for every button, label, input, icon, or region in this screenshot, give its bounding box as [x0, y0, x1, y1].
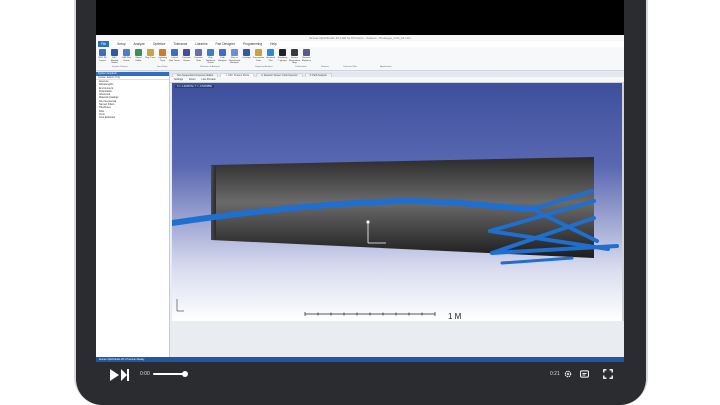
- ribbon-button-icon: [207, 49, 214, 56]
- coordinate-readout: X = 1.3234762, Y = -0.5370856: [175, 85, 214, 88]
- ribbon-group: Applications: [380, 66, 392, 68]
- ribbon-button-label: Detector Tools: [194, 57, 203, 62]
- ribbon-button-label: Path Analysis: [218, 57, 227, 62]
- ribbon-button[interactable]: Source Illumination Map: [289, 47, 300, 65]
- ribbon-button-label: Reverse Radiance: [301, 57, 312, 62]
- ribbon-button-label: NSC Shaded Model: [110, 57, 119, 65]
- explorer-item-cost-estimator[interactable]: Cost Estimator: [96, 116, 169, 119]
- ribbon-button-icon: [123, 49, 130, 56]
- menu-help[interactable]: Help: [270, 42, 277, 46]
- ribbon-button-icon: [135, 49, 142, 56]
- ribbon-button-label: Coatings: [242, 57, 251, 59]
- ribbon-button-icon: [159, 49, 166, 56]
- ribbon-button-label: Ray Database Viewer: [205, 57, 216, 65]
- ribbon-button-label: Roadmap Lighting: [277, 57, 288, 62]
- scale-bar-label: 1 M: [448, 312, 462, 321]
- live-preview-button[interactable]: Live Preview: [201, 77, 215, 82]
- volume-slider-knob[interactable]: [182, 371, 188, 377]
- menu-programming[interactable]: Programming: [243, 42, 262, 46]
- ribbon-button[interactable]: Critical Ray Tracer: [169, 47, 180, 62]
- app-window: Zemax OpticStudio 20.1 EE for Premium - …: [96, 35, 624, 362]
- ribbon-button-label: Object Editor: [135, 57, 142, 62]
- scale-bar: [304, 312, 436, 316]
- ribbon-button-label: Lightning Trace: [158, 57, 167, 62]
- volume-slider-track[interactable]: [153, 373, 185, 375]
- menu-optimize[interactable]: Optimize: [153, 42, 166, 46]
- ribbon-group: Universal Plot: [343, 66, 357, 68]
- ribbon-group: Trace Rays: [156, 66, 168, 68]
- ribbon-button-icon: [303, 49, 310, 56]
- ribbon-group-labels: System Viewers Trace Rays Detectors & An…: [96, 66, 624, 70]
- ribbon-button[interactable]: Prescription Data: [253, 47, 264, 62]
- ribbon-button-label: Prescription Data: [252, 57, 265, 62]
- system-explorer: System Explorer Update: Editors Only Ape…: [96, 72, 170, 357]
- ribbon-button-label: Critical Ray Tracer: [169, 57, 180, 62]
- ribbon-button-label: Ray Trace: [145, 57, 156, 59]
- ribbon-button-icon: [267, 49, 274, 56]
- ribbon-button-icon: [111, 49, 118, 56]
- menu-part-designer[interactable]: Part Designer: [215, 42, 235, 46]
- ribbon-group: Raytrace Analysis: [255, 66, 273, 68]
- ribbon-group: Reports: [321, 66, 329, 68]
- skip-forward-icon[interactable]: [121, 369, 129, 381]
- settings-button[interactable]: Settings: [174, 77, 183, 82]
- ribbon-button-icon: [243, 49, 250, 56]
- ribbon-button[interactable]: Ray Trace: [145, 47, 156, 60]
- zoom-button[interactable]: Zoom: [189, 77, 195, 82]
- ribbon-button[interactable]: Lightning Trace: [157, 47, 168, 62]
- closed-captions-icon[interactable]: [580, 370, 589, 378]
- ribbon-button[interactable]: Ray Database Viewer: [205, 47, 216, 65]
- ribbon-button[interactable]: Roadmap Lighting: [277, 47, 288, 62]
- ribbon-button-label: Flux vs Wavelength Analysis: [228, 57, 241, 65]
- ray-path: [500, 256, 574, 265]
- time-elapsed: 0:00: [140, 371, 150, 377]
- ribbon-button-label: Universal Plot: [265, 57, 276, 62]
- ribbon-button-icon: [183, 49, 190, 56]
- ribbon-button[interactable]: Path Analysis: [217, 47, 228, 62]
- ribbon-button-icon: [171, 49, 178, 56]
- letterbox-top: [96, 0, 624, 35]
- ribbon-button[interactable]: Flux vs Wavelength Analysis: [229, 47, 240, 65]
- ribbon-button[interactable]: CAD Part Viewer: [121, 47, 132, 62]
- video-player-controls: 0:00 0:21: [96, 362, 624, 390]
- ribbon-button-icon: [147, 49, 154, 56]
- menu-libraries[interactable]: Libraries: [195, 42, 207, 46]
- ribbon-button[interactable]: NSC 3D Layout: [97, 47, 108, 62]
- ribbon-button-label: Source Illumination Map: [288, 57, 301, 65]
- nsc-shaded-model-viewport[interactable]: X = 1.3234762, Y = -0.5370856: [172, 83, 622, 321]
- ribbon-button[interactable]: Reverse Radiance: [301, 47, 312, 62]
- shaded-model-canvas: [172, 157, 619, 316]
- viewport-scrollbar[interactable]: [622, 83, 624, 321]
- ribbon-button-icon: [99, 49, 106, 56]
- ribbon-button-icon: [255, 49, 262, 56]
- ribbon-button[interactable]: Coatings: [241, 47, 252, 60]
- ribbon-button-label: CAD Part Viewer: [121, 57, 132, 62]
- menu-setup[interactable]: Setup: [117, 42, 125, 46]
- fullscreen-icon[interactable]: [603, 369, 613, 379]
- cylinder-end-cap: [211, 165, 216, 240]
- ribbon-button-icon: [195, 49, 202, 56]
- ribbon-group: System Viewers: [112, 66, 128, 68]
- ribbon-button[interactable]: Detector Viewer: [181, 47, 192, 62]
- ribbon-button-icon: [231, 49, 238, 56]
- play-icon[interactable]: [110, 369, 119, 381]
- menu-analyze[interactable]: Analyze: [133, 42, 144, 46]
- ribbon-button[interactable]: Detector Tools: [193, 47, 204, 62]
- ribbon-button-label: Detector Viewer: [182, 57, 191, 62]
- ribbon-button[interactable]: NSC Shaded Model: [109, 47, 120, 65]
- ribbon-button-icon: [291, 49, 298, 56]
- ribbon-group: Polarization: [295, 66, 307, 68]
- ribbon-button[interactable]: Universal Plot: [265, 47, 276, 62]
- global-axes-icon: [176, 299, 184, 312]
- ribbon-button-label: NSC 3D Layout: [98, 57, 107, 62]
- ribbon-button-icon: [219, 49, 226, 56]
- menu-tolerance[interactable]: Tolerance: [173, 42, 187, 46]
- ribbon-button[interactable]: Object Editor: [133, 47, 144, 62]
- ribbon-group: Detectors & Analysis: [199, 66, 221, 68]
- ribbon-button-icon: [279, 49, 286, 56]
- screen: Zemax OpticStudio 20.1 EE for Premium - …: [96, 0, 624, 362]
- gear-icon[interactable]: [564, 370, 572, 378]
- time-remaining: 0:21: [550, 371, 560, 377]
